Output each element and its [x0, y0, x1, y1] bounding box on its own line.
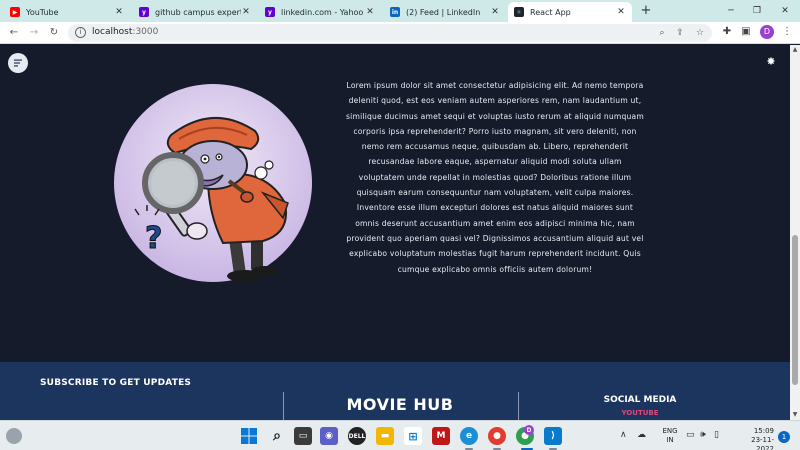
close-icon[interactable]: ✕ — [114, 7, 124, 17]
display-icon[interactable]: ▭ — [686, 430, 695, 440]
scroll-up-arrow-icon[interactable]: ▲ — [790, 45, 800, 55]
task-view-icon[interactable]: ▭ — [294, 427, 312, 445]
back-icon[interactable]: ← — [6, 25, 22, 41]
browser-toolbar: ← → ↻ i localhost:3000 ⌕ ⇪ ☆ — [0, 22, 800, 44]
react-icon: ⚛ — [514, 7, 524, 17]
volume-icon[interactable]: 🕪 — [700, 430, 706, 440]
menu-toggle-button[interactable] — [8, 53, 28, 73]
tab-linkedin-search[interactable]: y linkedin.com - Yahoo Indi ✕ — [259, 2, 381, 22]
clock-time: 15:09 — [753, 427, 774, 435]
close-window-icon[interactable]: ✕ — [772, 3, 798, 19]
tab-title: (2) Feed | LinkedIn — [406, 7, 481, 17]
battery-icon[interactable]: ▯ — [714, 430, 719, 440]
side-panel-icon[interactable]: ▣ — [739, 25, 753, 39]
page-content: ✸ ? Lorem ipsum dolor sit amet consectet… — [0, 45, 790, 420]
address-bar[interactable]: i localhost:3000 ⌕ ⇪ ☆ — [68, 24, 712, 42]
close-icon[interactable]: ✕ — [241, 7, 251, 17]
youtube-icon: ▶ — [10, 7, 20, 17]
hamburger-icon — [14, 59, 22, 67]
browser-tab-strip: ▶ YouTube ✕ y github campus expert - Y ✕… — [0, 0, 800, 22]
close-icon[interactable]: ✕ — [365, 7, 375, 17]
forward-icon[interactable]: → — [26, 25, 42, 41]
close-icon[interactable]: ✕ — [490, 7, 500, 17]
windows-taskbar: ⌕ ▭ ◉ DELL ▬ ⊞ M e ● ● D ⟩ ∧ ☁ ENG IN ▭ … — [0, 420, 800, 450]
tab-title: linkedin.com - Yahoo Indi — [281, 7, 365, 17]
footer-brand: MOVIE HUB — [346, 395, 454, 414]
scroll-down-arrow-icon[interactable]: ▼ — [790, 410, 800, 420]
tab-title: YouTube — [26, 7, 59, 17]
detective-illustration: ? — [114, 84, 312, 282]
profile-avatar[interactable]: D — [760, 25, 774, 39]
intro-paragraph: Lorem ipsum dolor sit amet consectetur a… — [346, 81, 644, 274]
search-icon[interactable]: ⌕ — [268, 427, 286, 445]
chrome-profile-badge: D — [524, 425, 534, 435]
share-icon[interactable]: ⇪ — [674, 27, 686, 39]
windows-logo-icon — [241, 428, 257, 444]
tab-title: React App — [530, 7, 571, 17]
social-media-title: SOCIAL MEDIA — [603, 395, 677, 405]
footer-divider — [283, 392, 284, 420]
scroll-thumb[interactable] — [792, 235, 798, 385]
reload-icon[interactable]: ↻ — [46, 25, 62, 41]
url-text[interactable]: localhost:3000 — [92, 27, 158, 37]
microsoft-store-icon[interactable]: ⊞ — [404, 427, 422, 445]
vscode-icon[interactable]: ⟩ — [544, 427, 562, 445]
page-scrollbar[interactable]: ▲ ▼ — [790, 45, 800, 420]
edge-icon[interactable]: e — [460, 427, 478, 445]
browser-menu-icon[interactable]: ⋮ — [780, 25, 794, 39]
tab-github-campus-expert[interactable]: y github campus expert - Y ✕ — [133, 2, 257, 22]
bookmark-star-icon[interactable]: ☆ — [694, 27, 706, 39]
restore-icon[interactable]: ❐ — [744, 3, 770, 19]
lang-region: IN — [666, 436, 674, 444]
notification-badge[interactable]: 1 — [778, 431, 790, 443]
theme-toggle-sun-icon[interactable]: ✸ — [764, 55, 778, 69]
minimize-icon[interactable]: ─ — [718, 3, 744, 19]
file-explorer-icon[interactable]: ▬ — [376, 427, 394, 445]
site-footer: SUBSCRIBE TO GET UPDATES MOVIE HUB SOCIA… — [0, 362, 790, 420]
footer-divider — [518, 392, 519, 420]
close-icon[interactable]: ✕ — [616, 7, 626, 17]
chrome-icon[interactable]: ● — [488, 427, 506, 445]
weather-icon[interactable] — [6, 428, 22, 444]
subscribe-title: SUBSCRIBE TO GET UPDATES — [40, 378, 192, 388]
tab-youtube[interactable]: ▶ YouTube ✕ — [4, 2, 130, 22]
url-port: :3000 — [132, 27, 159, 37]
mcafee-icon[interactable]: M — [432, 427, 450, 445]
yahoo-icon: y — [265, 7, 275, 17]
yahoo-icon: y — [139, 7, 149, 17]
svg-text:?: ? — [145, 221, 162, 256]
input-language[interactable]: ENG IN — [660, 427, 680, 445]
new-tab-button[interactable]: + — [638, 3, 654, 19]
system-clock[interactable]: 15:09 23-11-2022 — [734, 427, 774, 450]
linkedin-icon: in — [390, 7, 400, 17]
lang-code: ENG — [662, 427, 678, 435]
teams-chat-icon[interactable]: ◉ — [320, 427, 338, 445]
windows-start-icon[interactable] — [240, 427, 258, 445]
site-info-icon[interactable]: i — [75, 27, 86, 38]
url-host: localhost — [92, 27, 133, 37]
dell-icon[interactable]: DELL — [348, 427, 366, 445]
youtube-link[interactable]: YOUTUBE — [580, 409, 700, 417]
tab-linkedin-feed[interactable]: in (2) Feed | LinkedIn ✕ — [384, 2, 506, 22]
clock-date: 23-11-2022 — [751, 436, 774, 450]
onedrive-cloud-icon[interactable]: ☁ — [637, 430, 646, 440]
tab-react-app[interactable]: ⚛ React App ✕ — [508, 2, 632, 22]
tab-title: github campus expert - Y — [155, 7, 241, 17]
zoom-search-icon[interactable]: ⌕ — [656, 27, 668, 39]
extensions-puzzle-icon[interactable]: ✚ — [720, 25, 734, 39]
hidden-icons-chevron-icon[interactable]: ∧ — [620, 430, 627, 440]
